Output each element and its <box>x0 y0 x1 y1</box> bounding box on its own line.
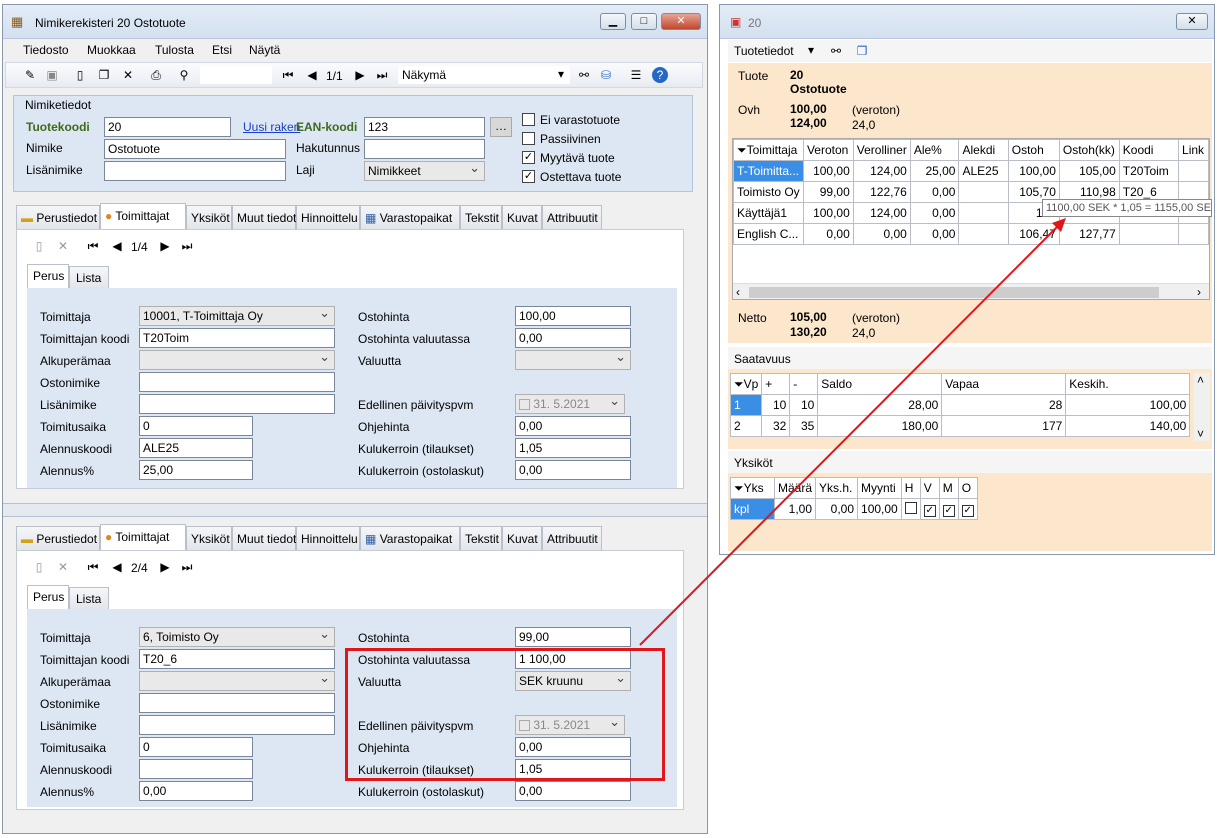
annotation-arrow <box>639 218 1066 646</box>
